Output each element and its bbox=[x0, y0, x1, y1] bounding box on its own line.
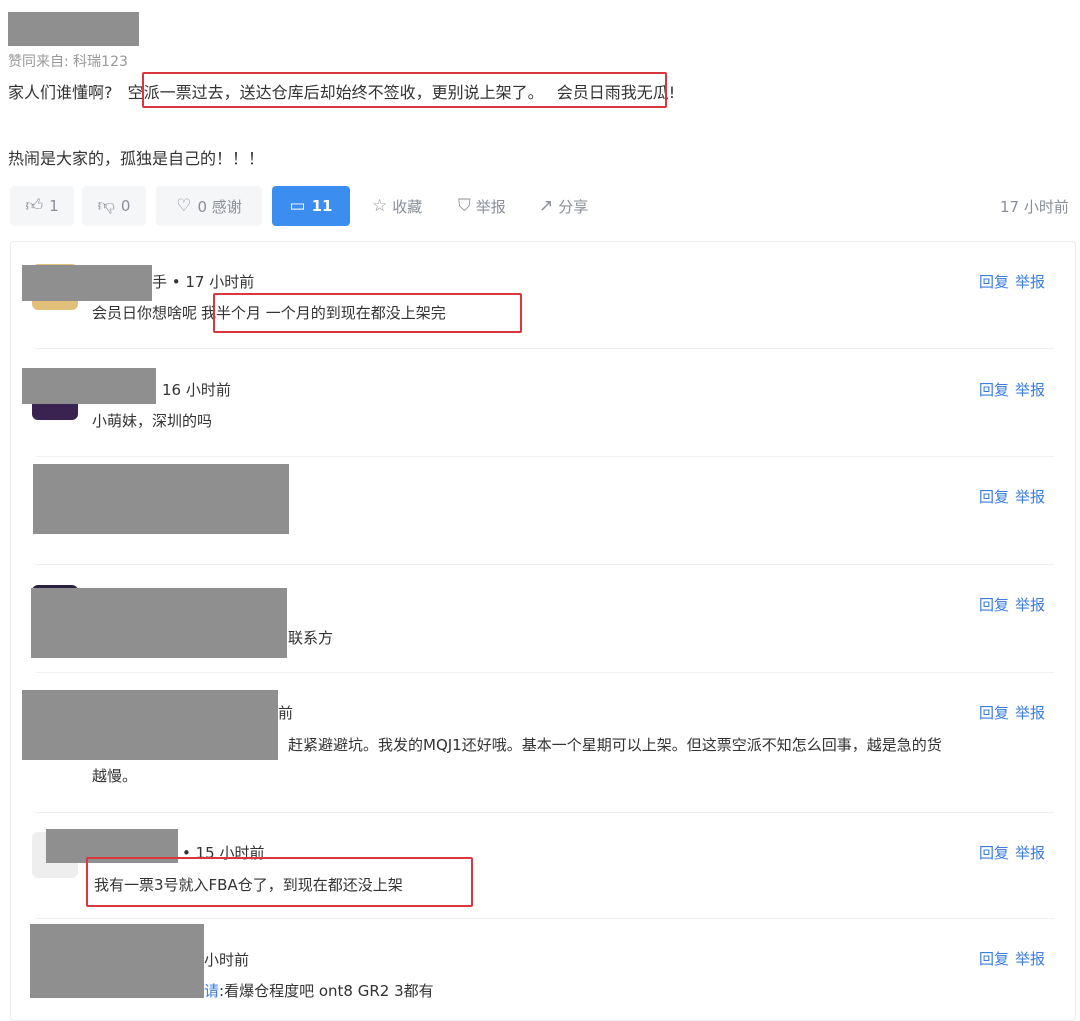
post-line-2: 热闹是大家的，孤独是自己的！！！ bbox=[8, 149, 265, 168]
share-icon: ↗ bbox=[539, 196, 554, 216]
redacted-username bbox=[22, 368, 156, 404]
report-button[interactable]: ⛉ 举报 bbox=[458, 196, 506, 217]
reply-button[interactable]: 回复 bbox=[979, 950, 1009, 968]
reply-button[interactable]: 回复 bbox=[979, 844, 1009, 862]
star-icon: ☆ bbox=[372, 196, 388, 216]
comment-icon: ▭ bbox=[289, 195, 306, 216]
report-link[interactable]: 举报 bbox=[1015, 704, 1045, 722]
report-link[interactable]: 举报 bbox=[1015, 488, 1045, 506]
reply-button[interactable]: 回复 bbox=[979, 704, 1009, 722]
favorite-button[interactable]: ☆ 收藏 bbox=[372, 196, 422, 217]
divider bbox=[36, 812, 1054, 813]
comment-text: 联系方 bbox=[288, 629, 334, 647]
shield-icon: ⛉ bbox=[458, 196, 471, 216]
post-time: 17 小时前 bbox=[1000, 198, 1069, 216]
comment-actions: 回复 举报 bbox=[979, 379, 1051, 400]
report-link[interactable]: 举报 bbox=[1015, 381, 1045, 399]
reply-button[interactable]: 回复 bbox=[979, 488, 1009, 506]
comments-button[interactable]: ▭ 11 bbox=[272, 186, 350, 226]
divider bbox=[36, 456, 1054, 457]
redacted-comment bbox=[22, 690, 278, 760]
thumbs-up-icon: 👍︎ bbox=[25, 195, 44, 216]
divider bbox=[36, 564, 1054, 565]
thumbs-down-icon: 👎︎ bbox=[97, 195, 115, 216]
comment-meta: 小时前 bbox=[204, 951, 250, 969]
comment-actions: 回复 举报 bbox=[979, 702, 1051, 723]
comment-text: 请:看爆仓程度吧 ont8 GR2 3都有 bbox=[204, 982, 434, 1000]
comment-actions: 回复 举报 bbox=[979, 486, 1051, 507]
redacted-comment bbox=[31, 588, 287, 658]
report-link[interactable]: 举报 bbox=[1015, 273, 1045, 291]
heart-icon: ♡ bbox=[176, 195, 192, 216]
comment-actions: 回复 举报 bbox=[979, 948, 1051, 969]
report-link[interactable]: 举报 bbox=[1015, 596, 1045, 614]
comment-actions: 回复 举报 bbox=[979, 842, 1051, 863]
highlight-box-post bbox=[142, 72, 667, 108]
likes-from-label: 赞同来自: 科瑞123 bbox=[8, 54, 128, 70]
redacted-username bbox=[8, 12, 139, 46]
comment-meta: 手 • 17 小时前 bbox=[152, 273, 255, 291]
comment-text-continued: 越慢。 bbox=[92, 767, 138, 785]
highlight-box-comment-6 bbox=[86, 857, 473, 907]
reply-button[interactable]: 回复 bbox=[979, 381, 1009, 399]
comment-meta: 16 小时前 bbox=[162, 381, 231, 399]
report-link[interactable]: 举报 bbox=[1015, 950, 1045, 968]
divider bbox=[36, 918, 1054, 919]
comment-actions: 回复 举报 bbox=[979, 594, 1051, 615]
comment-actions: 回复 举报 bbox=[979, 271, 1051, 292]
share-button[interactable]: ↗ 分享 bbox=[539, 196, 588, 217]
reply-button[interactable]: 回复 bbox=[979, 596, 1009, 614]
reply-button[interactable]: 回复 bbox=[979, 273, 1009, 291]
dislike-button[interactable]: 👎︎ 0 bbox=[82, 186, 146, 226]
comment-text: 小萌妹，深圳的吗 bbox=[92, 412, 213, 430]
like-button[interactable]: 👍︎ 1 bbox=[10, 186, 74, 226]
redacted-comment bbox=[33, 464, 289, 534]
report-link[interactable]: 举报 bbox=[1015, 844, 1045, 862]
comment-text: 赶紧避避坑。我发的MQJ1还好哦。基本一个星期可以上架。但这票空派不知怎么回事，… bbox=[288, 736, 942, 754]
redacted-comment bbox=[30, 924, 204, 998]
post-line1-prefix: 家人们谁懂啊? bbox=[8, 83, 113, 102]
redacted-username bbox=[22, 265, 152, 301]
highlight-box-comment-1 bbox=[213, 293, 522, 333]
thanks-button[interactable]: ♡ 0 感谢 bbox=[156, 186, 262, 226]
divider bbox=[36, 348, 1054, 349]
comment-meta: 前 bbox=[278, 704, 294, 722]
divider bbox=[36, 672, 1054, 673]
